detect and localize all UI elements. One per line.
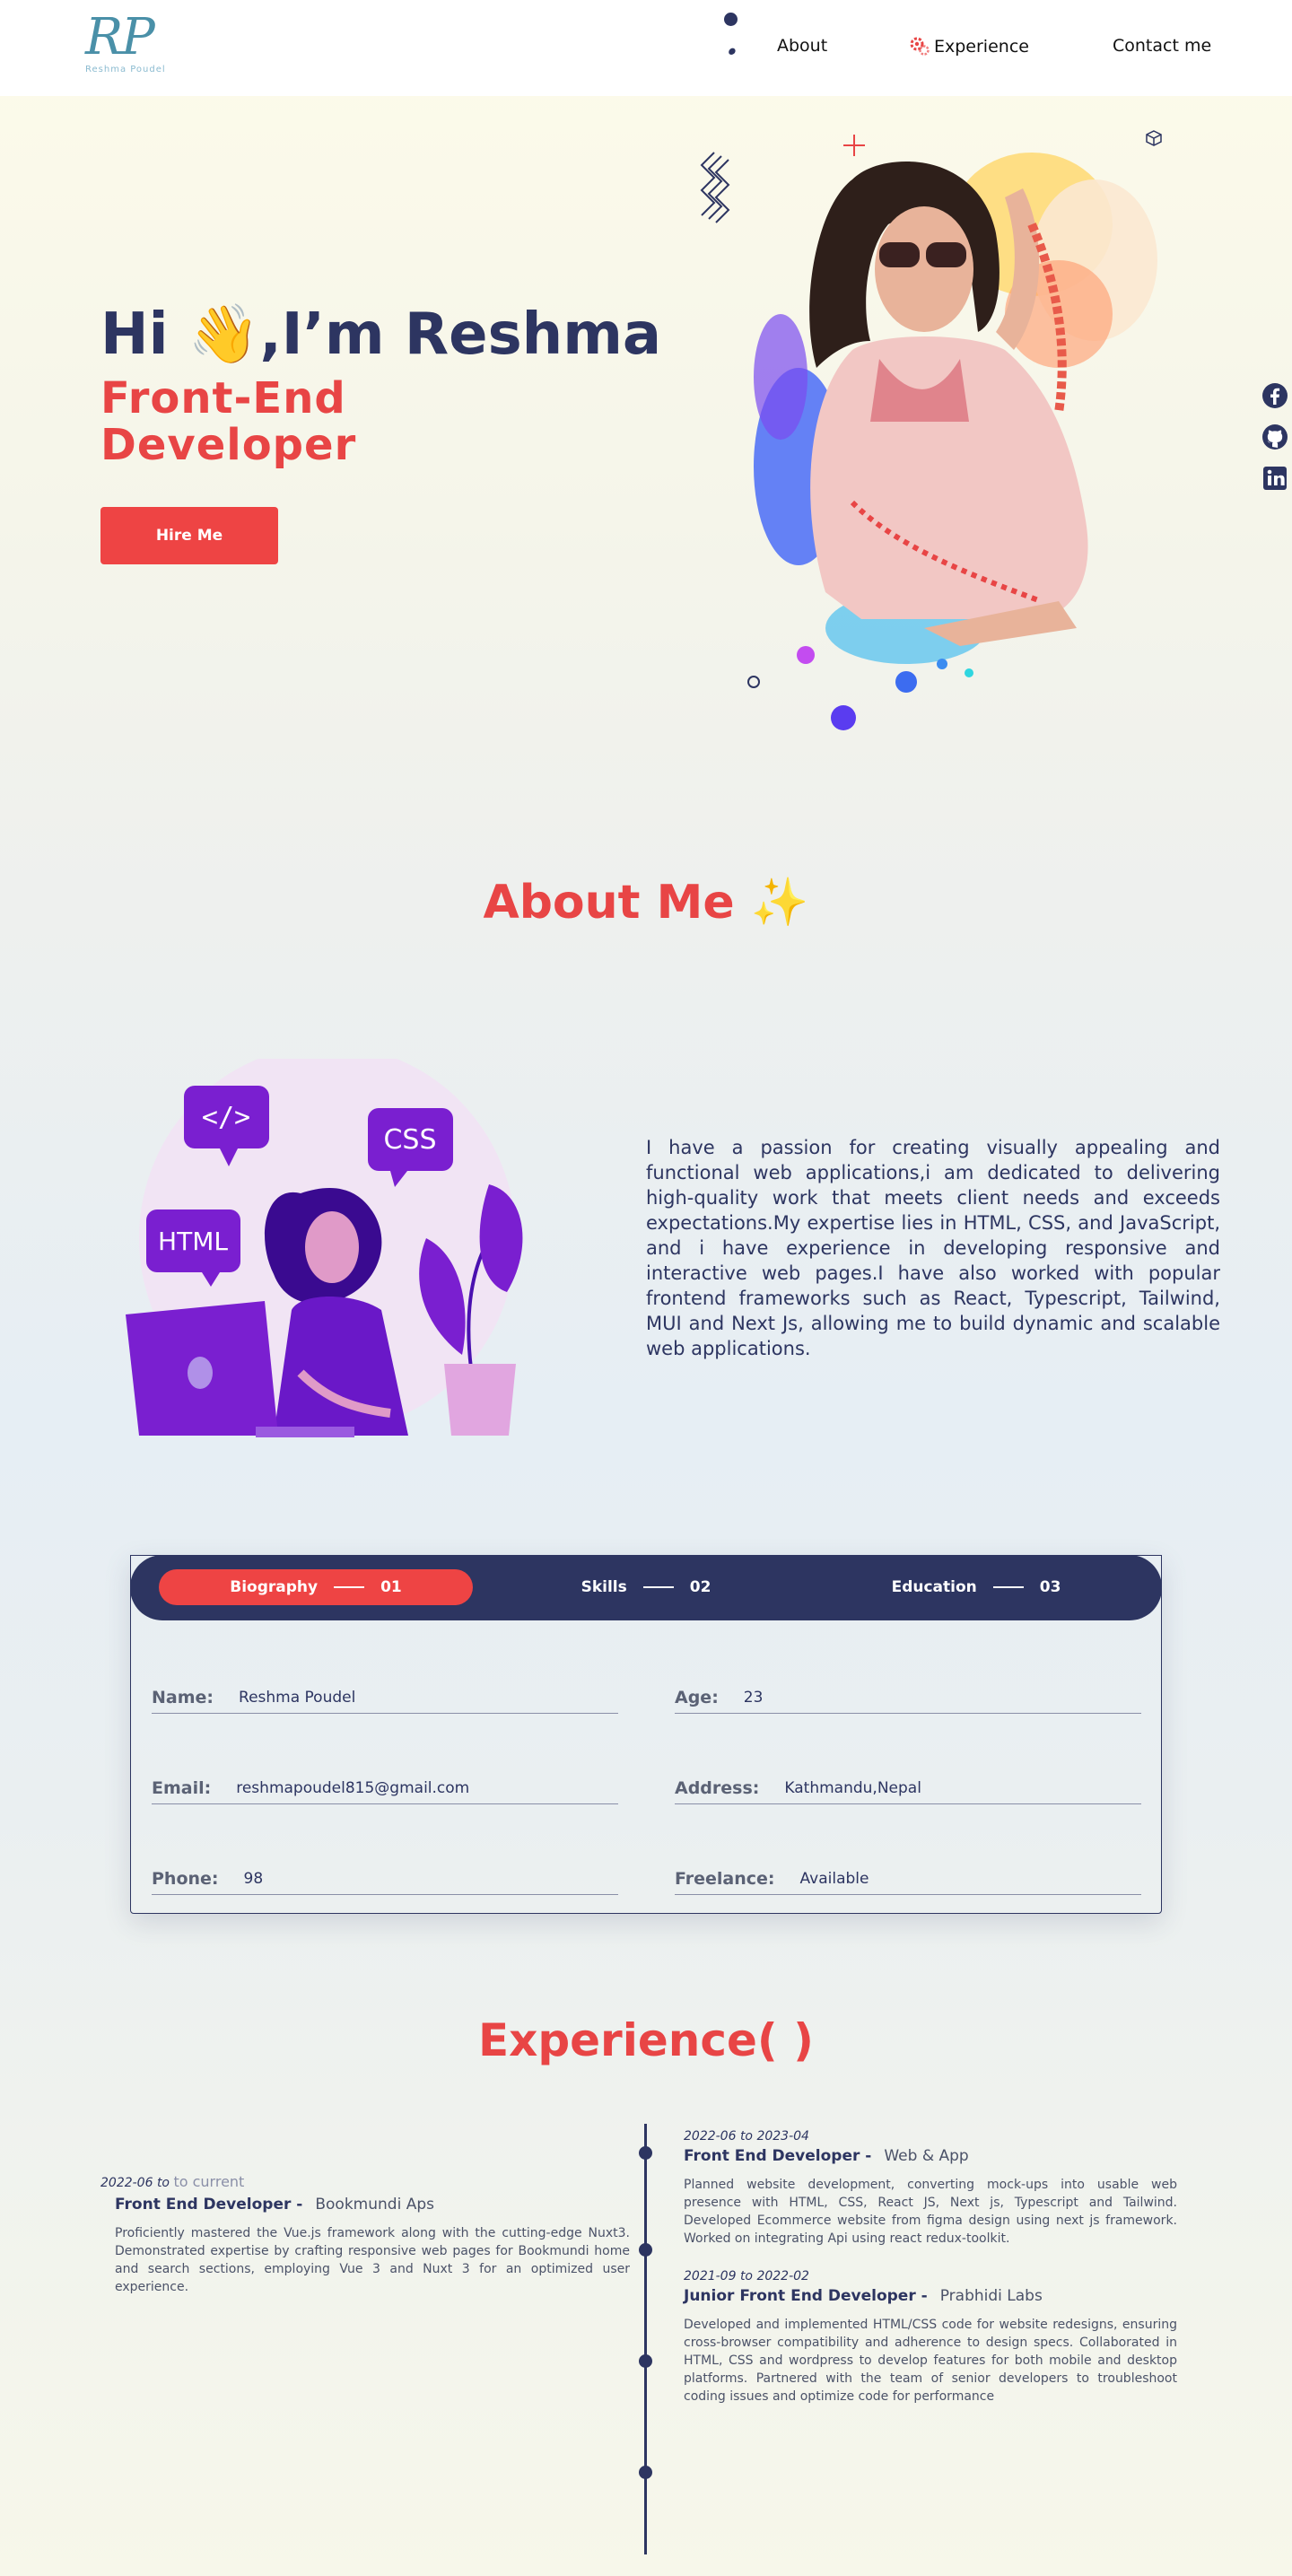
tab-skills-number: 02 — [689, 1578, 711, 1596]
experience-item-bookmundi: 2022-06 to to current Front End Develope… — [100, 2173, 630, 2296]
code-bubble-label: </> — [202, 1102, 250, 1133]
tab-biography-number: 01 — [380, 1578, 402, 1596]
age-value: 23 — [743, 1688, 764, 1707]
freelance-field: Freelance: Available — [675, 1863, 1141, 1895]
email-label: Email: — [152, 1777, 212, 1798]
tab-bar: Biography 01 Skills 02 Education 03 — [130, 1555, 1162, 1620]
age-field: Age: 23 — [675, 1681, 1141, 1714]
experience-role: Junior Front End Developer - Prabhidi Lab… — [684, 2287, 1043, 2305]
experience-date: 2022-06 to 2023-04 — [684, 2129, 809, 2144]
nav-experience-label: Experience — [934, 37, 1029, 57]
address-value: Kathmandu,Nepal — [784, 1778, 921, 1797]
tab-biography-label: Biography — [230, 1578, 319, 1596]
email-field: Email: reshmapoudel815@gmail.com — [152, 1772, 618, 1804]
tab-skills-label: Skills — [581, 1578, 627, 1596]
experience-description: Developed and implemented HTML/CSS code … — [684, 2318, 1177, 2404]
age-label: Age: — [675, 1687, 719, 1707]
experience-role: Front End Developer - Web & App — [684, 2147, 969, 2165]
address-label: Address: — [675, 1777, 760, 1798]
logo-mark: RP. — [85, 8, 740, 66]
hero-role: Front-End Developer — [100, 373, 357, 470]
timeline-dot — [639, 2146, 652, 2160]
tab-biography[interactable]: Biography 01 — [159, 1569, 473, 1605]
experience-date: 2022-06 to to current — [100, 2173, 245, 2190]
freelance-label: Freelance: — [675, 1868, 775, 1889]
name-field: Name: Reshma Poudel — [152, 1681, 618, 1714]
name-value: Reshma Poudel — [239, 1688, 356, 1707]
nav-experience-link[interactable]: Experience — [909, 36, 1029, 57]
hire-me-button[interactable]: Hire Me — [100, 507, 278, 564]
experience-company: Bookmundi Aps — [315, 2196, 434, 2214]
freelance-value: Available — [799, 1869, 869, 1888]
name-label: Name: — [152, 1687, 214, 1707]
experience-item-webapp: 2022-06 to 2023-04 Front End Developer -… — [684, 2129, 1177, 2248]
experience-item-prabhidi: 2021-09 to 2022-02 Junior Front End Deve… — [684, 2269, 1177, 2406]
top-navbar: RP. Reshma Poudel About Experience Conta… — [0, 0, 1292, 96]
linkedin-icon[interactable] — [1261, 465, 1288, 492]
profile-portrait — [700, 130, 1162, 730]
tab-education-label: Education — [891, 1578, 977, 1596]
tab-divider — [642, 1586, 674, 1588]
address-field: Address: Kathmandu,Nepal — [675, 1772, 1141, 1804]
nav-about-link[interactable]: About — [777, 36, 827, 56]
tab-skills[interactable]: Skills 02 — [489, 1569, 803, 1605]
experience-role: Front End Developer - Bookmundi Aps — [115, 2196, 434, 2214]
css-bubble-label: CSS — [383, 1124, 436, 1156]
tab-education[interactable]: Education 03 — [819, 1569, 1133, 1605]
gear-icon — [910, 37, 930, 56]
logo-subtitle: Reshma Poudel — [85, 65, 166, 74]
tab-divider — [334, 1586, 365, 1588]
email-value: reshmapoudel815@gmail.com — [236, 1778, 470, 1797]
experience-date: 2021-09 to 2022-02 — [684, 2269, 809, 2283]
experience-description: Proficiently mastered the Vue.js framewo… — [115, 2226, 630, 2294]
tab-education-number: 03 — [1039, 1578, 1061, 1596]
facebook-icon[interactable] — [1261, 382, 1288, 409]
phone-label: Phone: — [152, 1868, 219, 1889]
timeline-dot — [639, 2354, 652, 2368]
experience-description: Planned website development, converting … — [684, 2178, 1177, 2246]
developer-illustration: </> CSS HTML — [126, 1059, 523, 1437]
html-bubble-label: HTML — [158, 1227, 228, 1256]
phone-value: 98 — [243, 1869, 264, 1888]
hero-greeting: Hi 👋,I’m Reshma — [100, 301, 662, 368]
logo[interactable]: RP. Reshma Poudel — [85, 8, 740, 80]
about-description: I have a passion for creating visually a… — [646, 1137, 1220, 1359]
timeline-line — [644, 2124, 647, 2554]
timeline-dot — [639, 2243, 652, 2257]
experience-date-current: to current — [173, 2173, 245, 2190]
experience-company: Prabhidi Labs — [939, 2287, 1043, 2305]
experience-company: Web & App — [884, 2147, 969, 2165]
github-icon[interactable] — [1261, 424, 1288, 450]
tab-divider — [992, 1586, 1024, 1588]
experience-heading: Experience( ) — [477, 2014, 815, 2066]
about-heading: About Me ✨ — [483, 876, 809, 930]
timeline-dot — [639, 2466, 652, 2479]
phone-field: Phone: 98 — [152, 1863, 618, 1895]
nav-contact-link[interactable]: Contact me — [1113, 36, 1211, 56]
